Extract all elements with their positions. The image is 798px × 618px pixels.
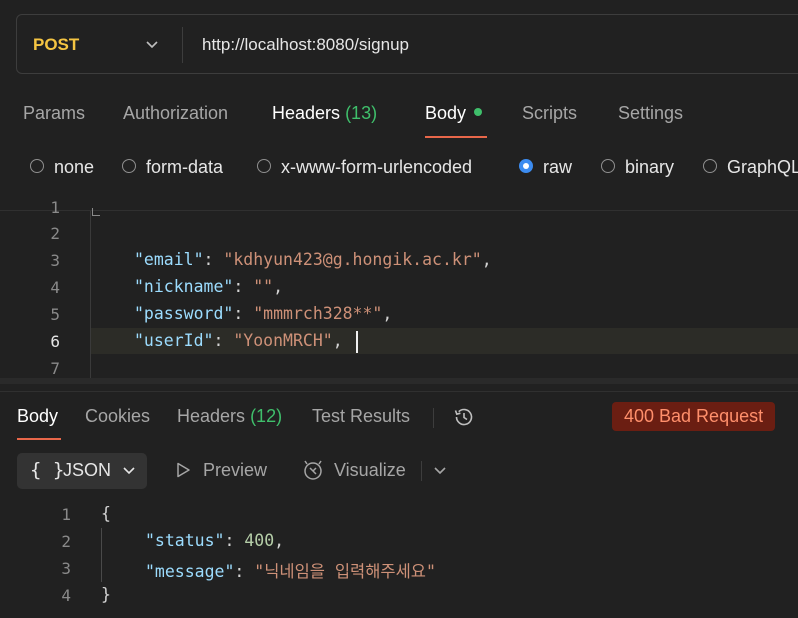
json-value: "" — [253, 277, 274, 296]
radio-form-data[interactable] — [122, 159, 136, 173]
modified-dot-icon — [474, 108, 483, 117]
json-value: "YoonMRCH" — [233, 331, 333, 350]
active-tab-indicator — [425, 136, 487, 138]
response-tabs-divider — [433, 408, 434, 428]
text-cursor — [356, 331, 358, 353]
json-value: 400 — [244, 531, 275, 550]
json-close-brace: } — [101, 585, 111, 604]
response-code-line: "status": 400, — [145, 531, 284, 550]
response-line-number: 1 — [61, 505, 71, 524]
json-colon: : — [213, 331, 234, 350]
response-code-line: } — [101, 585, 111, 604]
json-key: "userId" — [134, 331, 214, 350]
line-number: 1 — [50, 198, 60, 217]
url-divider — [182, 27, 183, 63]
radio-none[interactable] — [30, 159, 44, 173]
json-key: "password" — [134, 304, 234, 323]
json-colon: : — [233, 304, 254, 323]
radio-x-www-form-urlencoded-label[interactable]: x-www-form-urlencoded — [281, 157, 472, 178]
play-icon[interactable] — [174, 461, 192, 479]
tab-params[interactable]: Params — [23, 103, 85, 124]
json-comma: , — [332, 331, 343, 350]
indent-guide — [101, 528, 102, 582]
json-key: "message" — [145, 562, 235, 581]
json-open-brace: { — [101, 504, 111, 523]
radio-graphql-label[interactable]: GraphQL — [727, 157, 798, 178]
url-input[interactable]: http://localhost:8080/signup — [202, 35, 409, 55]
tab-body-label: Body — [425, 103, 467, 123]
line-number: 4 — [50, 278, 60, 297]
code-line[interactable]: "nickname": "", — [134, 277, 283, 296]
radio-binary-label[interactable]: binary — [625, 157, 674, 178]
response-tab-headers[interactable]: Headers (12) — [177, 406, 282, 427]
chevron-down-icon[interactable] — [143, 35, 161, 53]
json-value: "kdhyun423@g.hongik.ac.kr" — [223, 250, 482, 269]
json-comma: , — [481, 250, 492, 269]
tab-headers-label: Headers — [272, 103, 341, 123]
response-tab-body[interactable]: Body — [17, 406, 58, 427]
radio-x-www-form-urlencoded[interactable] — [257, 159, 271, 173]
response-tab-headers-label: Headers — [177, 406, 246, 426]
visualize-button[interactable]: Visualize — [334, 460, 406, 481]
line-number: 3 — [50, 251, 60, 270]
method-select[interactable]: POST — [33, 35, 79, 55]
json-value: "닉네임을 입력해주세요" — [254, 562, 436, 581]
url-bar: POST http://localhost:8080/signup — [16, 14, 798, 74]
response-divider — [0, 391, 798, 392]
json-value: "mmmrch328**" — [253, 304, 383, 323]
editor-top-border — [0, 210, 798, 211]
json-key: "nickname" — [134, 277, 234, 296]
response-line-number: 2 — [61, 532, 71, 551]
line-number: 7 — [50, 359, 60, 378]
radio-form-data-label[interactable]: form-data — [146, 157, 223, 178]
response-headers-count: (12) — [250, 406, 283, 426]
chevron-down-icon[interactable] — [432, 462, 448, 478]
response-active-tab-indicator — [17, 438, 61, 440]
preview-button[interactable]: Preview — [203, 460, 267, 481]
code-line[interactable]: "email": "kdhyun423@g.hongik.ac.kr", — [134, 250, 492, 269]
line-number: 6 — [50, 332, 60, 351]
response-code-line: "message": "닉네임을 입력해주세요" — [145, 558, 436, 582]
editor-scrollbar[interactable] — [0, 378, 798, 384]
indent-guide — [90, 211, 91, 381]
json-colon: : — [224, 531, 245, 550]
json-key: "status" — [145, 531, 225, 550]
response-tab-test-results[interactable]: Test Results — [312, 406, 410, 427]
json-colon: : — [233, 277, 254, 296]
line-number: 5 — [50, 305, 60, 324]
json-comma: , — [382, 304, 393, 323]
radio-none-label[interactable]: none — [54, 157, 94, 178]
json-colon: : — [203, 250, 224, 269]
fold-bracket-icon — [92, 208, 100, 216]
tab-headers[interactable]: Headers (13) — [272, 103, 377, 124]
radio-graphql[interactable] — [703, 159, 717, 173]
json-colon: : — [234, 562, 255, 581]
headers-count: (13) — [345, 103, 378, 123]
json-braces-icon: { } — [30, 459, 65, 481]
history-icon[interactable] — [452, 405, 476, 429]
tab-settings[interactable]: Settings — [618, 103, 683, 124]
response-code-line: { — [101, 504, 111, 523]
code-line[interactable]: "password": "mmmrch328**", — [134, 304, 392, 323]
response-line-number: 4 — [61, 586, 71, 605]
tab-authorization[interactable]: Authorization — [123, 103, 228, 124]
response-tab-cookies[interactable]: Cookies — [85, 406, 150, 427]
json-comma: , — [274, 531, 285, 550]
json-key: "email" — [134, 250, 204, 269]
json-comma: , — [273, 277, 284, 296]
visualize-icon[interactable] — [301, 458, 325, 482]
line-number: 2 — [50, 224, 60, 243]
toolbar-divider — [421, 461, 422, 481]
radio-raw[interactable] — [519, 159, 533, 173]
radio-binary[interactable] — [601, 159, 615, 173]
status-badge: 400 Bad Request — [612, 402, 776, 431]
format-label[interactable]: JSON — [63, 460, 111, 481]
chevron-down-icon[interactable] — [121, 462, 137, 478]
tab-scripts[interactable]: Scripts — [522, 103, 577, 124]
response-line-number: 3 — [61, 559, 71, 578]
radio-raw-label[interactable]: raw — [543, 157, 572, 178]
tab-body[interactable]: Body — [425, 103, 483, 124]
code-line[interactable]: "userId": "YoonMRCH", — [134, 331, 343, 350]
